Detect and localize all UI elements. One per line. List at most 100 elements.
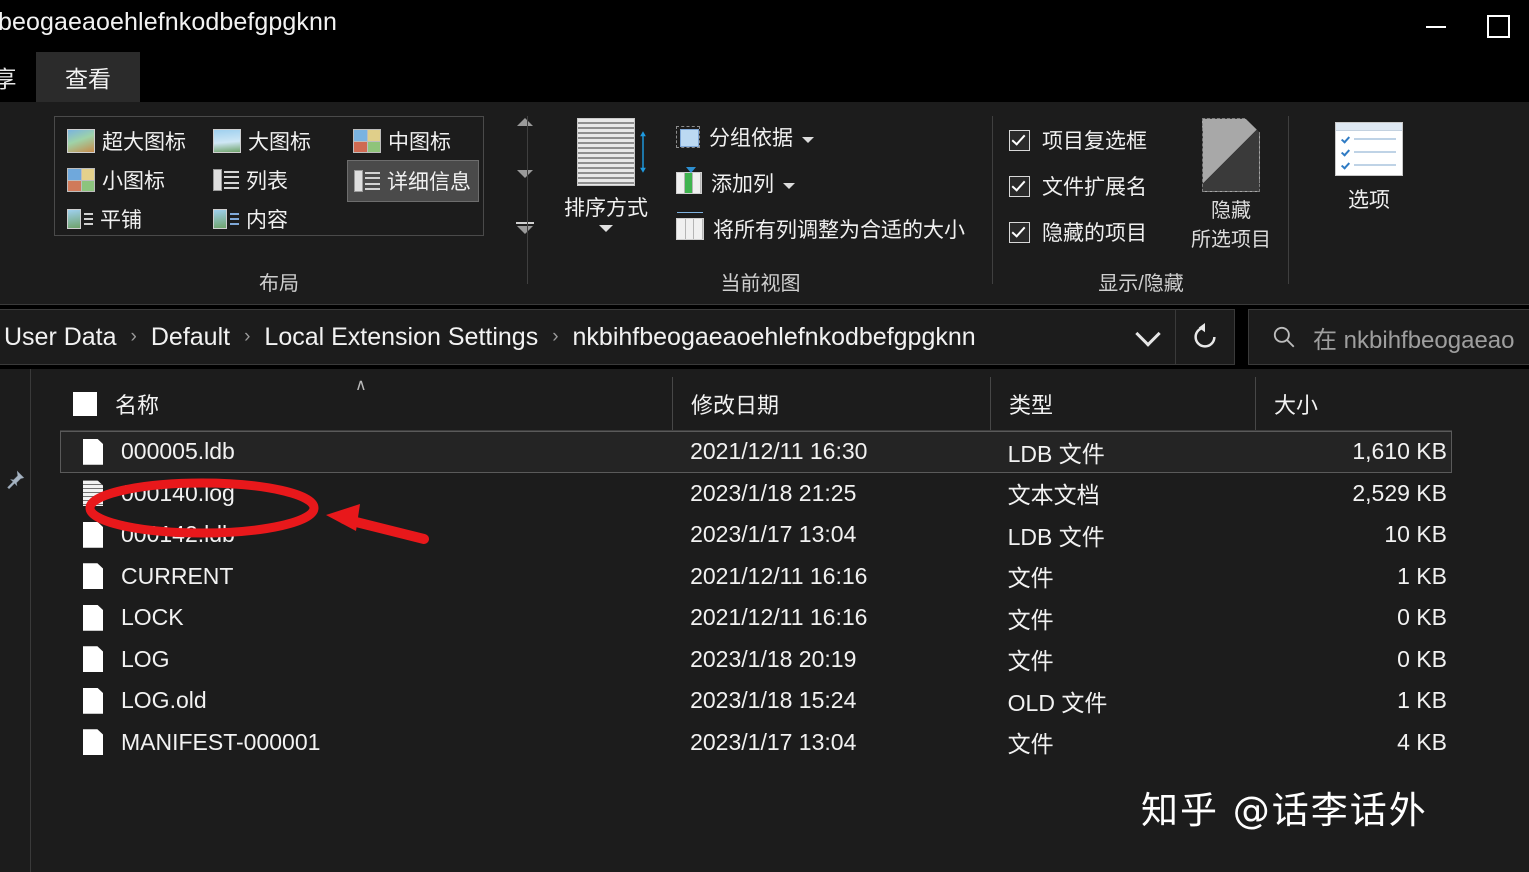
hide-selected-items-button[interactable]: 隐藏 所选项目 xyxy=(1179,118,1283,252)
maximize-button[interactable] xyxy=(1467,0,1529,52)
file-date-cell: 2023/1/17 13:04 xyxy=(690,521,857,548)
group-label-current-view: 当前视图 xyxy=(720,273,801,295)
file-type-cell: 文件 xyxy=(1007,731,1054,758)
hide-selected-label-line1: 隐藏 xyxy=(1211,200,1251,222)
table-row[interactable]: 000140.log 2023/1/18 21:25 文本文档 2,529 KB xyxy=(60,473,1452,515)
view-option-content[interactable]: 内容 xyxy=(207,201,294,237)
file-size-cell: 4 KB xyxy=(1397,728,1447,755)
ribbon-group-options: 选项 xyxy=(1289,102,1449,304)
checkbox-icon[interactable] xyxy=(1009,221,1030,243)
view-option-label: 小图标 xyxy=(102,170,165,193)
select-all-checkbox[interactable] xyxy=(73,391,97,416)
view-option-medium-icons[interactable]: 中图标 xyxy=(347,123,457,159)
checkbox-icon[interactable] xyxy=(1009,129,1030,151)
file-type-cell: 文件 xyxy=(1007,606,1054,633)
table-row[interactable]: 000005.ldb 2021/12/11 16:30 LDB 文件 1,610… xyxy=(60,431,1452,473)
file-icon xyxy=(83,729,103,756)
large-icons-icon xyxy=(213,129,241,153)
file-name-label: LOG xyxy=(121,645,170,672)
view-option-label: 大图标 xyxy=(248,131,311,154)
view-option-small-icons[interactable]: 小图标 xyxy=(61,162,171,198)
group-by-button[interactable]: 分组依据 xyxy=(676,122,814,152)
checkbox-file-extensions[interactable]: 文件扩展名 xyxy=(1009,171,1147,201)
sort-by-icon xyxy=(577,118,646,186)
table-row[interactable]: MANIFEST-000001 2023/1/17 13:04 文件 4 KB xyxy=(60,722,1452,764)
view-option-large-icons[interactable]: 大图标 xyxy=(207,123,317,159)
view-option-list[interactable]: 列表 xyxy=(207,162,294,198)
file-type-cell: 文件 xyxy=(1007,565,1054,592)
file-size-cell: 0 KB xyxy=(1397,604,1447,631)
tab-share[interactable]: 享 xyxy=(0,52,28,102)
breadcrumb-bar[interactable]: User Data › Default › Local Extension Se… xyxy=(0,309,1235,365)
search-box[interactable]: 在 nkbihfbeogaeao xyxy=(1248,309,1529,365)
column-header-type[interactable]: 类型 xyxy=(990,377,1255,430)
view-option-details[interactable]: 详细信息 xyxy=(347,160,479,202)
table-row[interactable]: LOCK 2021/12/11 16:16 文件 0 KB xyxy=(60,597,1452,639)
minimize-icon xyxy=(1426,26,1446,28)
column-header-name-label: 名称 xyxy=(115,392,160,418)
options-button[interactable]: 选项 xyxy=(1309,122,1429,214)
column-header-date-modified[interactable]: 修改日期 xyxy=(672,377,990,430)
file-name-label: LOG.old xyxy=(121,687,207,714)
file-date-cell: 2023/1/17 13:04 xyxy=(690,728,857,755)
chevron-down-icon[interactable] xyxy=(783,183,795,189)
breadcrumb-separator-icon[interactable]: › xyxy=(131,326,137,348)
ribbon: 超大图标 大图标 中图标 小图标 列表 详细信息 平铺 内容 布局 排序方式 分… xyxy=(0,102,1529,305)
breadcrumb-item-extension-id[interactable]: nkbihfbeogaeaoehlefnkodbefgpgknn xyxy=(568,320,981,355)
tab-view[interactable]: 查看 xyxy=(36,52,140,102)
breadcrumb-separator-icon[interactable]: › xyxy=(552,326,558,348)
file-type-cell: OLD 文件 xyxy=(1007,689,1108,716)
chevron-down-icon xyxy=(1135,320,1161,347)
table-row[interactable]: LOG 2023/1/18 20:19 文件 0 KB xyxy=(60,639,1452,681)
add-columns-icon xyxy=(676,167,702,194)
table-row[interactable]: LOG.old 2023/1/18 15:24 OLD 文件 1 KB xyxy=(60,680,1452,722)
table-row[interactable]: CURRENT 2021/12/11 16:16 文件 1 KB xyxy=(60,556,1452,598)
refresh-button[interactable] xyxy=(1175,310,1234,364)
checkbox-item-checkboxes[interactable]: 项目复选框 xyxy=(1009,125,1147,155)
size-all-columns-button[interactable]: 将所有列调整为合适的大小 xyxy=(676,212,965,244)
search-icon xyxy=(1273,326,1295,348)
file-icon xyxy=(83,646,103,673)
text-file-icon xyxy=(83,480,103,507)
chevron-down-icon[interactable] xyxy=(599,225,613,232)
view-option-label: 详细信息 xyxy=(387,171,471,194)
view-option-extra-large-icons[interactable]: 超大图标 xyxy=(61,123,192,159)
view-option-label: 超大图标 xyxy=(102,131,186,154)
file-icon xyxy=(83,687,103,714)
hide-selected-items-icon xyxy=(1202,118,1260,192)
group-label-show-hide: 显示/隐藏 xyxy=(1098,273,1184,295)
column-header-name[interactable]: 名称 ∧ xyxy=(60,377,672,430)
view-option-tiles[interactable]: 平铺 xyxy=(61,201,148,237)
refresh-icon xyxy=(1194,323,1216,348)
layout-view-gallery: 超大图标 大图标 中图标 小图标 列表 详细信息 平铺 内容 xyxy=(54,116,484,236)
breadcrumb-separator-icon[interactable]: › xyxy=(244,326,250,348)
breadcrumb-item-local-extension-settings[interactable]: Local Extension Settings xyxy=(259,320,543,355)
ribbon-tab-strip: 享 查看 xyxy=(0,52,1529,102)
address-bar: User Data › Default › Local Extension Se… xyxy=(0,305,1529,369)
pin-icon[interactable] xyxy=(4,469,26,491)
search-input[interactable]: 在 nkbihfbeogaeao xyxy=(1313,320,1515,355)
breadcrumb: User Data › Default › Local Extension Se… xyxy=(0,320,981,355)
checkbox-icon[interactable] xyxy=(1009,175,1030,197)
file-icon xyxy=(83,438,103,465)
column-header-size[interactable]: 大小 xyxy=(1255,377,1452,430)
checkbox-hidden-items[interactable]: 隐藏的项目 xyxy=(1009,217,1147,247)
breadcrumb-item-user-data[interactable]: User Data xyxy=(0,320,122,355)
add-columns-button[interactable]: 添加列 xyxy=(676,167,795,198)
file-name-cell: LOCK xyxy=(61,604,672,631)
file-name-cell: 000142.ldb xyxy=(61,521,672,548)
file-list-rows: 000005.ldb 2021/12/11 16:30 LDB 文件 1,610… xyxy=(60,431,1452,763)
chevron-down-icon[interactable] xyxy=(802,137,814,143)
file-list-column-headers: 名称 ∧ 修改日期 类型 大小 xyxy=(60,377,1452,431)
file-date-cell: 2023/1/18 20:19 xyxy=(690,645,857,672)
content-view-icon xyxy=(213,208,239,230)
extra-large-icons-icon xyxy=(67,129,95,153)
table-row[interactable]: 000142.ldb 2023/1/17 13:04 LDB 文件 10 KB xyxy=(60,514,1452,556)
file-icon xyxy=(83,604,103,631)
minimize-button[interactable] xyxy=(1405,0,1467,52)
breadcrumb-item-default[interactable]: Default xyxy=(146,320,235,355)
file-type-cell: 文本文档 xyxy=(1007,482,1100,509)
address-dropdown-button[interactable] xyxy=(1120,310,1176,364)
ribbon-group-current-view: 排序方式 分组依据 添加列 将所有列调整为合适的大小 当前视图 xyxy=(528,102,993,304)
sort-by-button[interactable]: 排序方式 xyxy=(550,118,662,232)
